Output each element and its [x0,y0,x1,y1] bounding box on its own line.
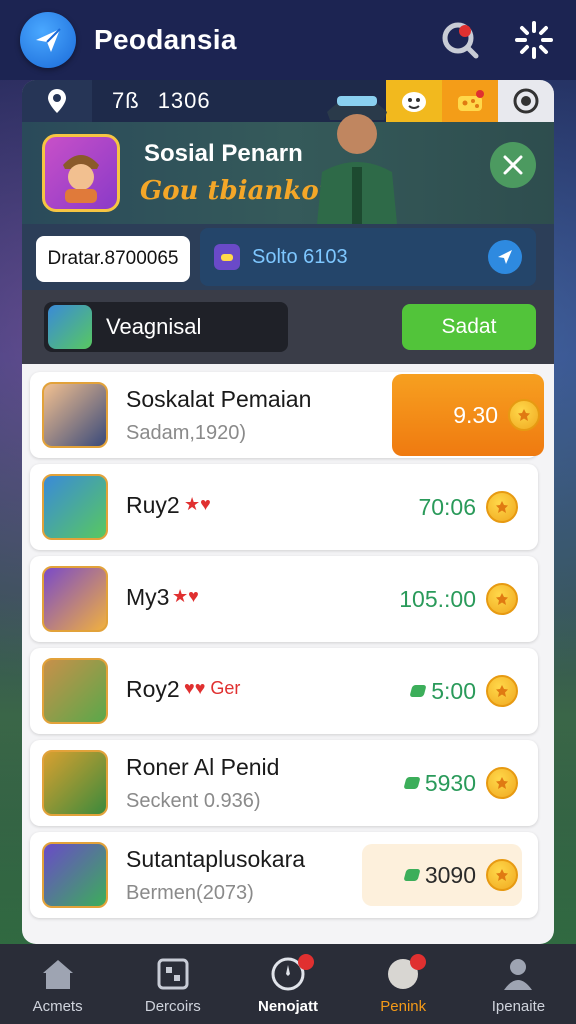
coin-icon [486,583,518,615]
player-name: Soskalat Pemaian [126,386,312,412]
player-score: 5:00 [362,660,522,722]
score-value: 70:06 [418,493,476,520]
nav-item-penink[interactable]: Penink [346,944,461,1024]
top-strip: 7ß 1306 [22,80,554,122]
coin-icon [486,491,518,523]
close-icon[interactable] [490,142,536,188]
map-pin-icon[interactable] [22,80,92,122]
score-value: 105.:00 [399,585,476,612]
solo-label: Solto 6103 [252,245,348,268]
coord-x: 7ß [112,88,140,113]
coin-icon [486,859,518,891]
player-score: 70:06 [362,476,522,538]
leaderboard-row[interactable]: My3 ★♥ 105.:00 [30,556,538,642]
hero-character-illustration [292,82,422,224]
leaderboard-row[interactable]: Ruy2 ★♥ 70:06 [30,464,538,550]
loading-spinner-icon[interactable] [512,18,556,62]
player-name: Sutantaplusokara [126,846,306,872]
player-subtitle: Sadam,1920) [126,422,247,444]
search-text: Veagnisal [106,314,202,339]
player-subtitle: Bermen(2073) [126,882,254,904]
score-value: 9.30 [453,401,498,428]
grid-icon [153,954,193,994]
bottom-nav: Acmets Dercoirs Nenojatt Penink Ipenaite [0,944,576,1024]
player-score: 5930 [362,752,522,814]
score-value: 5:00 [431,677,476,704]
coordinates: 7ß 1306 [92,88,229,114]
player-score: 105.:00 [362,568,522,630]
player-extras: ♥♥ Ger [184,678,241,698]
gift-icon[interactable] [442,80,498,122]
nav-item-dercoirs[interactable]: Dercoirs [115,944,230,1024]
player-name: My3 [126,584,170,610]
controller-icon [214,244,240,270]
hero-avatar [42,134,120,212]
score-value: 5930 [424,769,476,796]
search-button[interactable]: Sadat [402,304,536,350]
score-value: 3090 [424,861,476,888]
notification-badge [298,954,315,970]
player-avatar [42,750,108,816]
paper-plane-icon[interactable] [20,12,76,68]
player-avatar [42,474,108,540]
search-row: Veagnisal Sadat [22,290,554,364]
leaderboard-row[interactable]: Sutantaplusokara Bermen(2073) 3090 [30,832,538,918]
score-display: Dratar.8700065 [36,236,190,282]
gem-icon [403,869,421,881]
hero-title: Sosial Penarn [144,140,303,167]
send-icon[interactable] [488,240,522,274]
player-avatar [42,658,108,724]
player-extras: ★♥ [172,586,199,606]
nav-label: Dercoirs [144,997,201,1015]
leaderboard-row[interactable]: Soskalat Pemaian Sadam,1920) 9.30 [30,372,544,458]
gem-icon [409,685,427,697]
coin-icon [508,399,540,431]
player-name: Roner Al Penid [126,754,280,780]
player-extras: ★♥ [184,494,211,514]
nav-item-ipenaite[interactable]: Ipenaite [461,944,576,1024]
player-score: 3090 [362,844,522,906]
player-avatar [42,566,108,632]
nav-item-acmets[interactable]: Acmets [0,944,115,1024]
gem-icon [403,777,421,789]
coord-y: 1306 [157,88,211,113]
player-avatar [42,842,108,908]
leaderboard-panel: 7ß 1306 Sosial Penarn Gou tbiankon2 Drata… [22,80,554,944]
coin-icon [486,767,518,799]
score-row: Dratar.8700065 Solto 6103 [22,224,554,290]
player-score: 9.30 [392,374,544,456]
app-title: Peodansia [94,24,237,55]
nav-label: Penink [380,997,427,1015]
nav-label: Acmets [32,997,83,1015]
nav-label: Nenojatt [258,997,318,1015]
nav-item-nenojatt[interactable]: Nenojatt [230,944,345,1024]
coin-icon [486,675,518,707]
notification-badge [409,954,426,970]
app-header: Peodansia [0,0,576,80]
leaderboard-row[interactable]: Roner Al Penid Seckent 0.936) 5930 [30,740,538,826]
hero-banner: Sosial Penarn Gou tbiankon2 [22,96,554,224]
player-name: Roy2 [126,676,180,702]
search-avatar [48,305,92,349]
search-input[interactable]: Veagnisal [44,302,288,352]
search-icon[interactable] [438,18,482,62]
profile-icon [498,954,538,994]
solo-mode-button[interactable]: Solto 6103 [200,228,536,286]
player-subtitle: Seckent 0.936) [126,790,261,812]
player-name: Ruy2 [126,492,180,518]
nav-label: Ipenaite [491,997,546,1015]
settings-icon[interactable] [498,80,554,122]
home-icon [38,954,78,994]
player-avatar [42,382,108,448]
leaderboard-row[interactable]: Roy2 ♥♥ Ger 5:00 [30,648,538,734]
